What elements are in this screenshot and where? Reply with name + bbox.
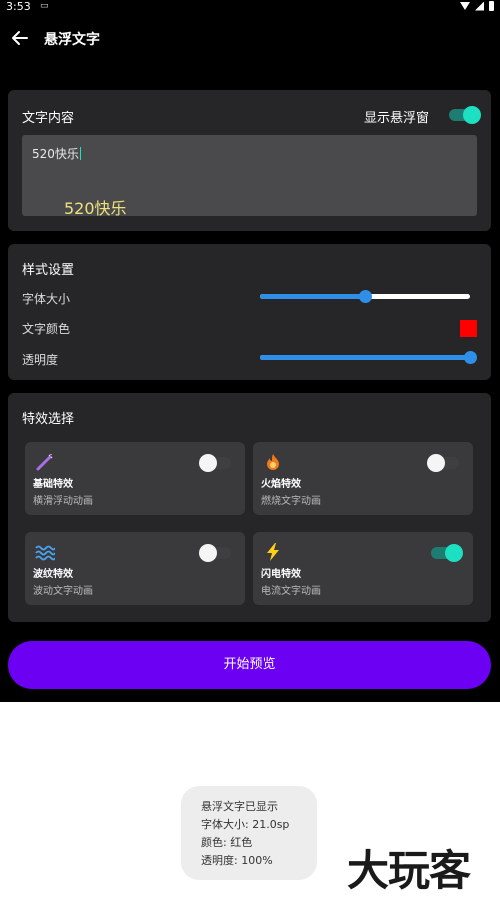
- toast-message: 悬浮文字已显示 字体大小: 21.0sp 颜色: 红色 透明度: 100%: [181, 786, 317, 880]
- effect-item-wave[interactable]: 波纹特效 波动文字动画: [25, 532, 245, 605]
- status-time: 3:53: [6, 0, 31, 13]
- effect-desc: 横滑浮动动画: [33, 496, 93, 507]
- effect-item-lightning[interactable]: 闪电特效 电流文字动画: [253, 532, 473, 605]
- watermark-logo: 大玩客: [347, 846, 471, 895]
- floating-text-preview: 520快乐: [64, 199, 127, 218]
- lightning-icon: [263, 542, 283, 562]
- page-title: 悬浮文字: [44, 32, 100, 48]
- effect-desc: 波动文字动画: [33, 586, 93, 597]
- toast-line-2: 字体大小: 21.0sp: [201, 818, 290, 831]
- wifi-icon: [460, 2, 470, 10]
- effect-toggle-basic[interactable]: [199, 454, 231, 472]
- text-input-value: 520快乐: [32, 147, 79, 161]
- toggle-knob: [463, 106, 481, 124]
- toggle-knob: [445, 544, 463, 562]
- effect-name: 火焰特效: [261, 479, 301, 490]
- toast-line-3: 颜色: 红色: [201, 836, 253, 849]
- effects-card: 特效选择 基础特效 横滑浮动动画 火焰特效 燃烧文字动画 波纹特效 波动文字动画: [8, 393, 491, 622]
- wave-icon: [35, 542, 56, 562]
- font-size-slider-thumb[interactable]: [359, 290, 372, 303]
- toggle-knob: [199, 454, 217, 472]
- font-size-slider[interactable]: [260, 290, 470, 303]
- font-size-slider-fill: [260, 294, 365, 299]
- effect-desc: 电流文字动画: [261, 586, 321, 597]
- system-notification-icon: ▭: [40, 1, 49, 11]
- status-icons: [460, 0, 494, 12]
- text-color-label: 文字颜色: [22, 322, 71, 336]
- text-caret: [79, 147, 82, 160]
- toast-line-1: 悬浮文字已显示: [201, 800, 278, 813]
- start-preview-button[interactable]: 开始预览: [8, 641, 491, 689]
- style-settings-card: 样式设置 字体大小 文字颜色 透明度: [8, 244, 491, 380]
- effect-desc: 燃烧文字动画: [261, 496, 321, 507]
- fire-icon: [263, 452, 283, 472]
- battery-icon: [489, 1, 494, 11]
- effects-title: 特效选择: [22, 412, 75, 427]
- effect-name: 波纹特效: [33, 569, 73, 580]
- toast-line-4: 透明度: 100%: [201, 854, 273, 867]
- effect-item-basic[interactable]: 基础特效 横滑浮动动画: [25, 442, 245, 515]
- top-app-bar: 悬浮文字: [0, 20, 500, 60]
- floating-window-label: 显示悬浮窗: [364, 111, 430, 126]
- effect-toggle-fire[interactable]: [427, 454, 459, 472]
- toggle-knob: [427, 454, 445, 472]
- arrow-left-icon[interactable]: [10, 28, 30, 48]
- text-input[interactable]: 520快乐 520快乐: [22, 135, 477, 218]
- status-bar: 3:53 ▭: [0, 0, 500, 14]
- signal-icon: [475, 1, 484, 11]
- font-size-label: 字体大小: [22, 292, 71, 306]
- app-screen: 3:53 ▭ 悬浮文字 文字内容 显示悬浮窗 520快乐 520快乐 样式设置 …: [0, 0, 500, 702]
- floating-window-toggle[interactable]: [449, 106, 481, 124]
- opacity-slider[interactable]: [260, 351, 477, 364]
- toggle-knob: [199, 544, 217, 562]
- effect-toggle-lightning[interactable]: [431, 544, 463, 562]
- opacity-label: 透明度: [22, 353, 59, 367]
- text-color-swatch[interactable]: [460, 320, 477, 337]
- effect-toggle-wave[interactable]: [199, 544, 231, 562]
- text-content-card: 文字内容 显示悬浮窗 520快乐 520快乐: [8, 90, 491, 231]
- opacity-slider-thumb[interactable]: [464, 351, 477, 364]
- effect-name: 闪电特效: [261, 569, 301, 580]
- style-settings-title: 样式设置: [22, 263, 75, 278]
- opacity-slider-fill: [260, 355, 470, 360]
- text-content-title: 文字内容: [22, 111, 75, 126]
- effect-name: 基础特效: [33, 479, 73, 490]
- effect-item-fire[interactable]: 火焰特效 燃烧文字动画: [253, 442, 473, 515]
- magic-wand-icon: [35, 452, 55, 472]
